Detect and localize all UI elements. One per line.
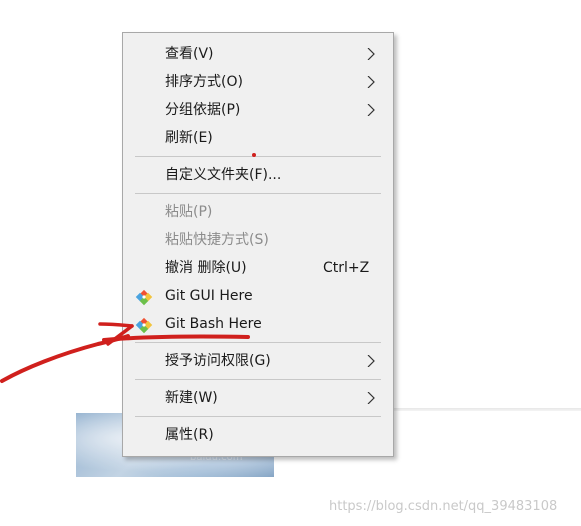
menu-item-undo-delete-label: 撤消 删除(U)	[165, 260, 247, 276]
chevron-right-icon	[367, 355, 375, 367]
annotation-dot	[252, 153, 256, 157]
background-window-edge	[390, 408, 581, 411]
menu-separator	[135, 193, 381, 194]
menu-item-new[interactable]: 新建(W)	[123, 384, 393, 412]
chevron-right-icon	[367, 76, 375, 88]
menu-item-grant-access[interactable]: 授予访问权限(G)	[123, 347, 393, 375]
menu-item-git-gui-label: Git GUI Here	[165, 288, 253, 304]
git-icon	[135, 289, 153, 306]
menu-item-new-label: 新建(W)	[165, 390, 218, 406]
menu-item-refresh-label: 刷新(E)	[165, 130, 213, 146]
menu-item-git-gui[interactable]: Git GUI Here	[123, 282, 393, 310]
chevron-right-icon	[367, 104, 375, 116]
menu-separator	[135, 342, 381, 343]
menu-separator	[135, 156, 381, 157]
menu-item-customize-folder[interactable]: 自定义文件夹(F)...	[123, 161, 393, 189]
menu-item-sort-label: 排序方式(O)	[165, 74, 243, 90]
menu-separator	[135, 416, 381, 417]
menu-item-undo-delete[interactable]: 撤消 删除(U) Ctrl+Z	[123, 254, 393, 282]
menu-item-group-label: 分组依据(P)	[165, 102, 241, 118]
git-icon	[135, 317, 153, 334]
menu-item-properties[interactable]: 属性(R)	[123, 421, 393, 449]
menu-separator	[135, 379, 381, 380]
menu-item-properties-label: 属性(R)	[165, 427, 214, 443]
menu-item-sort[interactable]: 排序方式(O)	[123, 68, 393, 96]
menu-item-paste-shortcut-label: 粘贴快捷方式(S)	[165, 232, 269, 248]
chevron-right-icon	[367, 48, 375, 60]
menu-item-view-label: 查看(V)	[165, 46, 214, 62]
menu-item-refresh[interactable]: 刷新(E)	[123, 124, 393, 152]
menu-item-git-bash-label: Git Bash Here	[165, 316, 262, 332]
menu-item-git-bash[interactable]: Git Bash Here	[123, 310, 393, 338]
menu-item-group[interactable]: 分组依据(P)	[123, 96, 393, 124]
menu-item-view[interactable]: 查看(V)	[123, 40, 393, 68]
undo-shortcut: Ctrl+Z	[323, 260, 370, 276]
menu-item-paste-shortcut[interactable]: 粘贴快捷方式(S)	[123, 226, 393, 254]
menu-item-customize-folder-label: 自定义文件夹(F)...	[165, 167, 282, 183]
chevron-right-icon	[367, 392, 375, 404]
watermark: https://blog.csdn.net/qq_39483108	[329, 499, 558, 514]
context-menu: 查看(V) 排序方式(O) 分组依据(P) 刷新(E) 自定义文件夹(F)...…	[122, 32, 394, 457]
menu-item-paste-label: 粘贴(P)	[165, 204, 213, 220]
menu-item-paste[interactable]: 粘贴(P)	[123, 198, 393, 226]
menu-item-grant-access-label: 授予访问权限(G)	[165, 353, 271, 369]
